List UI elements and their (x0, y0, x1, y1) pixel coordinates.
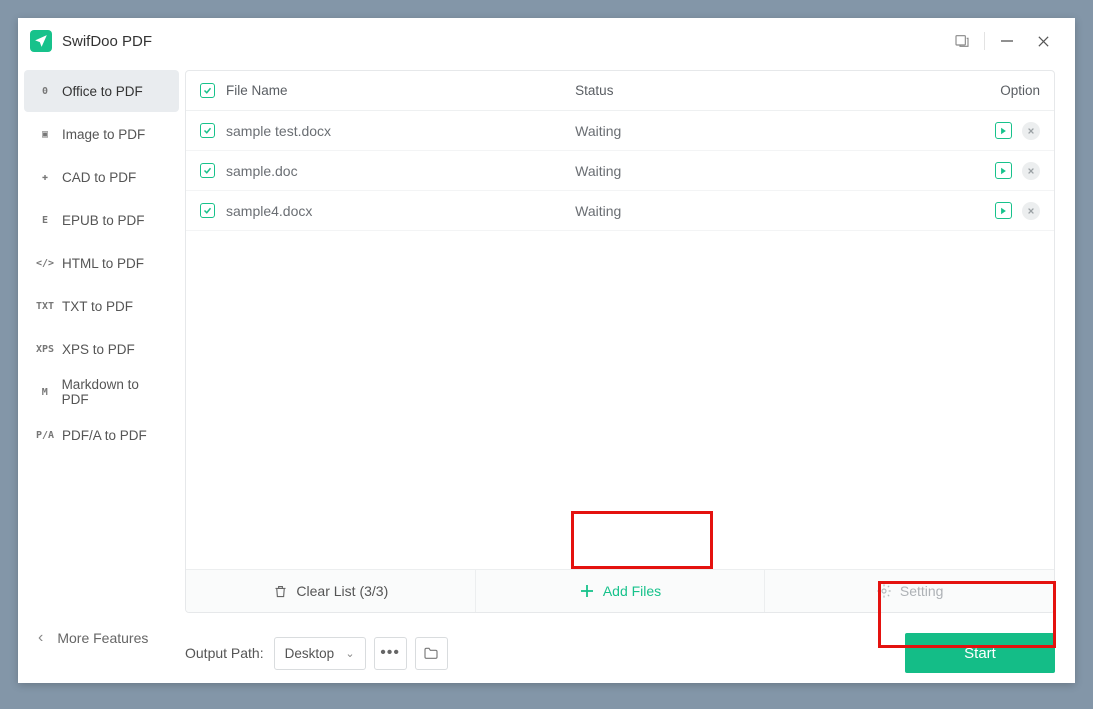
file-row: sample.docWaiting (186, 151, 1054, 191)
minimize-icon[interactable] (989, 23, 1025, 59)
file-list-header: File Name Status Option (186, 71, 1054, 111)
plus-icon (579, 583, 595, 599)
remove-row-button[interactable] (1022, 162, 1040, 180)
sidebar-item-html-to-pdf[interactable]: </> HTML to PDF (24, 242, 179, 284)
chevron-down-icon: ⌄ (345, 647, 354, 660)
sidebar-item-cad-to-pdf[interactable]: ✚ CAD to PDF (24, 156, 179, 198)
office-icon: 0 (36, 86, 54, 97)
clear-list-label: Clear List (3/3) (296, 583, 388, 599)
row-checkbox[interactable] (200, 123, 215, 138)
sidebar-item-txt-to-pdf[interactable]: TXT TXT to PDF (24, 285, 179, 327)
column-header-option: Option (968, 83, 1040, 98)
file-row: sample test.docxWaiting (186, 111, 1054, 151)
sidebar-item-markdown-to-pdf[interactable]: M Markdown to PDF (24, 371, 179, 413)
column-header-status: Status (575, 83, 968, 98)
panel-toolbar: Clear List (3/3) Add Files Setting (186, 569, 1054, 612)
remove-row-button[interactable] (1022, 122, 1040, 140)
start-label: Start (964, 645, 996, 662)
screenshot-icon[interactable] (944, 23, 980, 59)
sidebar-item-label: EPUB to PDF (62, 213, 145, 228)
sidebar-item-office-to-pdf[interactable]: 0 Office to PDF (24, 70, 179, 112)
epub-icon: E (36, 215, 54, 226)
file-list-panel: File Name Status Option sample test.docx… (185, 70, 1055, 613)
sidebar-item-xps-to-pdf[interactable]: XPS XPS to PDF (24, 328, 179, 370)
ellipsis-icon: ••• (380, 644, 400, 662)
open-folder-button[interactable] (415, 637, 448, 670)
file-name: sample.doc (226, 163, 575, 179)
sidebar-item-label: TXT to PDF (62, 299, 133, 314)
image-icon: ▣ (36, 129, 54, 140)
sidebar-item-pdfa-to-pdf[interactable]: P/A PDF/A to PDF (24, 414, 179, 456)
sidebar-item-label: HTML to PDF (62, 256, 144, 271)
clear-list-button[interactable]: Clear List (3/3) (186, 570, 476, 612)
output-path-label: Output Path: (185, 645, 264, 661)
setting-label: Setting (900, 583, 944, 599)
row-checkbox[interactable] (200, 203, 215, 218)
file-status: Waiting (575, 163, 968, 179)
sidebar-item-label: Office to PDF (62, 84, 143, 99)
app-title: SwifDoo PDF (62, 33, 152, 50)
row-checkbox[interactable] (200, 163, 215, 178)
html-icon: </> (36, 258, 54, 269)
cad-icon: ✚ (36, 172, 54, 183)
file-name: sample4.docx (226, 203, 575, 219)
add-files-label: Add Files (603, 583, 661, 599)
file-status: Waiting (575, 123, 968, 139)
file-row: sample4.docxWaiting (186, 191, 1054, 231)
close-icon[interactable] (1025, 23, 1061, 59)
gear-icon (876, 583, 892, 599)
footer-row: Output Path: Desktop ⌄ ••• Start (185, 613, 1055, 683)
more-features-label: More Features (57, 630, 148, 646)
output-path-select[interactable]: Desktop ⌄ (274, 637, 366, 670)
sidebar-item-label: XPS to PDF (62, 342, 135, 357)
sidebar-item-label: Image to PDF (62, 127, 145, 142)
txt-icon: TXT (36, 301, 54, 312)
file-name: sample test.docx (226, 123, 575, 139)
sidebar-item-image-to-pdf[interactable]: ▣ Image to PDF (24, 113, 179, 155)
folder-icon (423, 646, 439, 660)
add-files-button[interactable]: Add Files (476, 570, 766, 612)
remove-row-button[interactable] (1022, 202, 1040, 220)
xps-icon: XPS (36, 344, 54, 355)
markdown-icon: M (36, 387, 54, 398)
sidebar-item-epub-to-pdf[interactable]: E EPUB to PDF (24, 199, 179, 241)
setting-button[interactable]: Setting (765, 570, 1054, 612)
column-header-filename: File Name (226, 83, 575, 98)
start-button[interactable]: Start (905, 633, 1055, 673)
output-path-value: Desktop (285, 646, 335, 661)
trash-icon (272, 583, 288, 599)
app-logo-icon (30, 30, 52, 52)
sidebar-item-label: Markdown to PDF (62, 377, 167, 407)
path-options-button[interactable]: ••• (374, 637, 407, 670)
sidebar-item-label: PDF/A to PDF (62, 428, 147, 443)
file-rows: sample test.docxWaitingsample.docWaiting… (186, 111, 1054, 569)
main-panel: File Name Status Option sample test.docx… (185, 64, 1075, 683)
titlebar-divider (984, 32, 985, 50)
pdfa-icon: P/A (36, 430, 54, 441)
convert-row-button[interactable] (995, 122, 1012, 139)
file-status: Waiting (575, 203, 968, 219)
app-window: SwifDoo PDF 0 Office to PDF ▣ Image to P… (18, 18, 1075, 683)
convert-row-button[interactable] (995, 202, 1012, 219)
sidebar-item-label: CAD to PDF (62, 170, 136, 185)
select-all-checkbox[interactable] (200, 83, 215, 98)
chevron-left-icon: ‹ (38, 629, 43, 647)
convert-row-button[interactable] (995, 162, 1012, 179)
sidebar: 0 Office to PDF ▣ Image to PDF ✚ CAD to … (18, 64, 185, 683)
more-features-button[interactable]: ‹ More Features (38, 629, 148, 647)
titlebar: SwifDoo PDF (18, 18, 1075, 64)
